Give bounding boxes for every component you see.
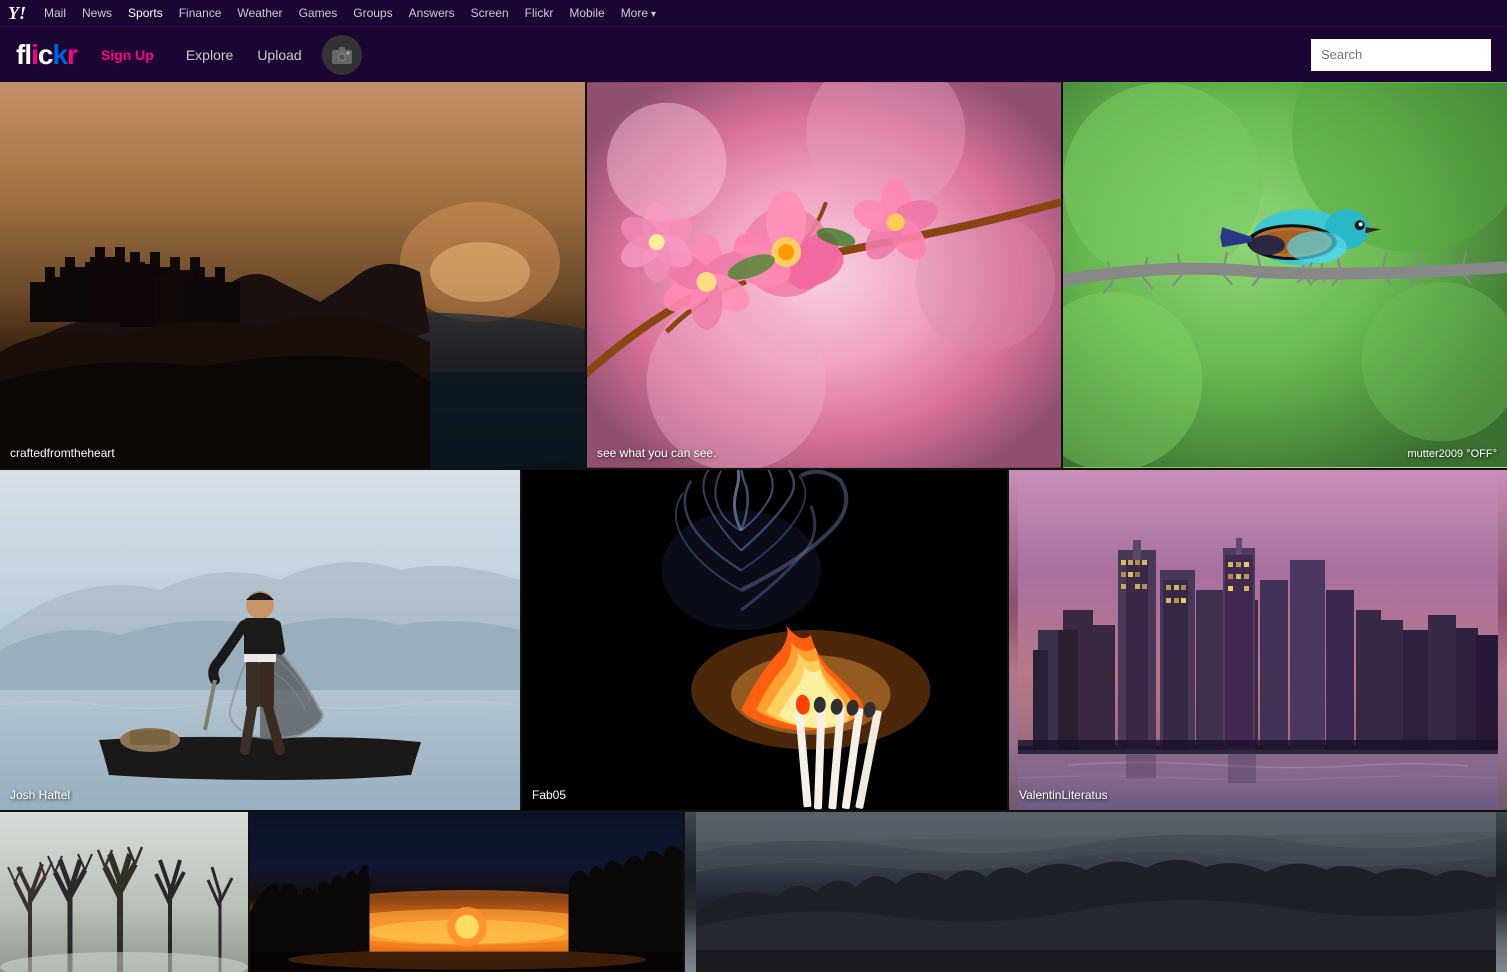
photo-grid: craftedfromtheheart	[0, 82, 1507, 972]
photo-row-3	[0, 812, 1507, 972]
nav-item-mobile[interactable]: Mobile	[561, 6, 612, 20]
photo-bird[interactable]: mutter2009 °OFF°	[1061, 82, 1507, 468]
nav-item-answers[interactable]: Answers	[401, 6, 463, 20]
photo-castle[interactable]: craftedfromtheheart	[0, 82, 585, 468]
yahoo-nav: Y! Mail News Sports Finance Weather Game…	[0, 0, 1507, 26]
yahoo-logo[interactable]: Y!	[8, 3, 26, 24]
photo-bird-credit: mutter2009 °OFF°	[1408, 448, 1498, 460]
photo-city[interactable]: ValentinLiteratus	[1007, 470, 1507, 810]
photo-row-2: Josh Haftel	[0, 470, 1507, 810]
flickr-logo[interactable]: flickr	[16, 39, 77, 71]
flickr-nav-explore[interactable]: Explore	[174, 47, 245, 63]
photo-landscape[interactable]	[683, 812, 1507, 972]
nav-item-weather[interactable]: Weather	[229, 6, 290, 20]
chevron-down-icon	[651, 6, 656, 20]
nav-item-sports[interactable]: Sports	[120, 6, 171, 20]
nav-item-games[interactable]: Games	[291, 6, 346, 20]
camera-button[interactable]	[322, 35, 362, 75]
photo-flowers[interactable]: see what you can see.	[585, 82, 1061, 468]
nav-item-screen[interactable]: Screen	[463, 6, 517, 20]
flickr-nav-upload[interactable]: Upload	[245, 47, 313, 63]
photo-fisherman[interactable]: Josh Haftel	[0, 470, 520, 810]
flickr-signup-link[interactable]: Sign Up	[101, 47, 154, 63]
nav-item-news[interactable]: News	[74, 6, 120, 20]
flickr-bar: flickr Sign Up Explore Upload	[0, 26, 1507, 82]
camera-icon	[332, 46, 352, 64]
photo-row-1: craftedfromtheheart	[0, 82, 1507, 468]
search-input[interactable]	[1311, 39, 1491, 71]
nav-item-more[interactable]: More	[613, 6, 664, 20]
photo-matches[interactable]: Fab05	[520, 470, 1007, 810]
photo-sunset[interactable]	[248, 812, 683, 972]
nav-item-mail[interactable]: Mail	[36, 6, 74, 20]
photo-trees[interactable]	[0, 812, 248, 972]
nav-item-flickr[interactable]: Flickr	[517, 6, 562, 20]
nav-item-groups[interactable]: Groups	[345, 6, 400, 20]
nav-item-finance[interactable]: Finance	[171, 6, 230, 20]
